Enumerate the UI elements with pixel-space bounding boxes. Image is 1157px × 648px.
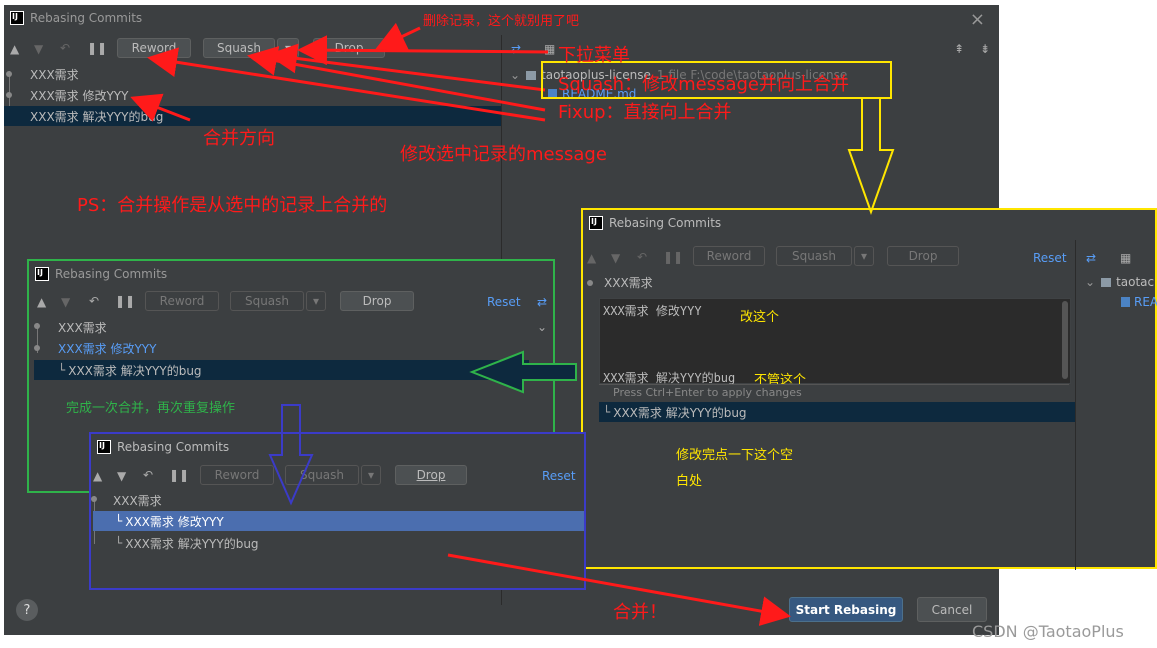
annotation-fixup: Fixup：直接向上合并 xyxy=(558,102,732,123)
annotation-direction: 合并方向 xyxy=(203,128,275,149)
green-left-arrow xyxy=(469,350,577,394)
arrow-to-drop xyxy=(375,22,421,50)
annotation-delete: 删除记录，这个就别用了吧 xyxy=(423,14,580,29)
watermark: CSDN @TaotaoPlus xyxy=(972,622,1124,641)
annotation-reword: 修改选中记录的message xyxy=(400,144,607,165)
arrow-to-dropdown xyxy=(297,35,549,66)
annotation-ps: PS：合并操作是从选中的记录上合并的 xyxy=(77,195,388,216)
annotation-dropdown: 下拉菜单 xyxy=(558,45,630,66)
yellow-down-arrow xyxy=(847,97,895,215)
annotation-squash: Squash：修改message并向上合并 xyxy=(558,74,849,95)
blue-down-arrow xyxy=(268,404,314,506)
annotation-merge: 合并！ xyxy=(613,602,667,623)
arrow-to-reword xyxy=(147,47,546,122)
arrow-merge-direction xyxy=(130,93,191,122)
